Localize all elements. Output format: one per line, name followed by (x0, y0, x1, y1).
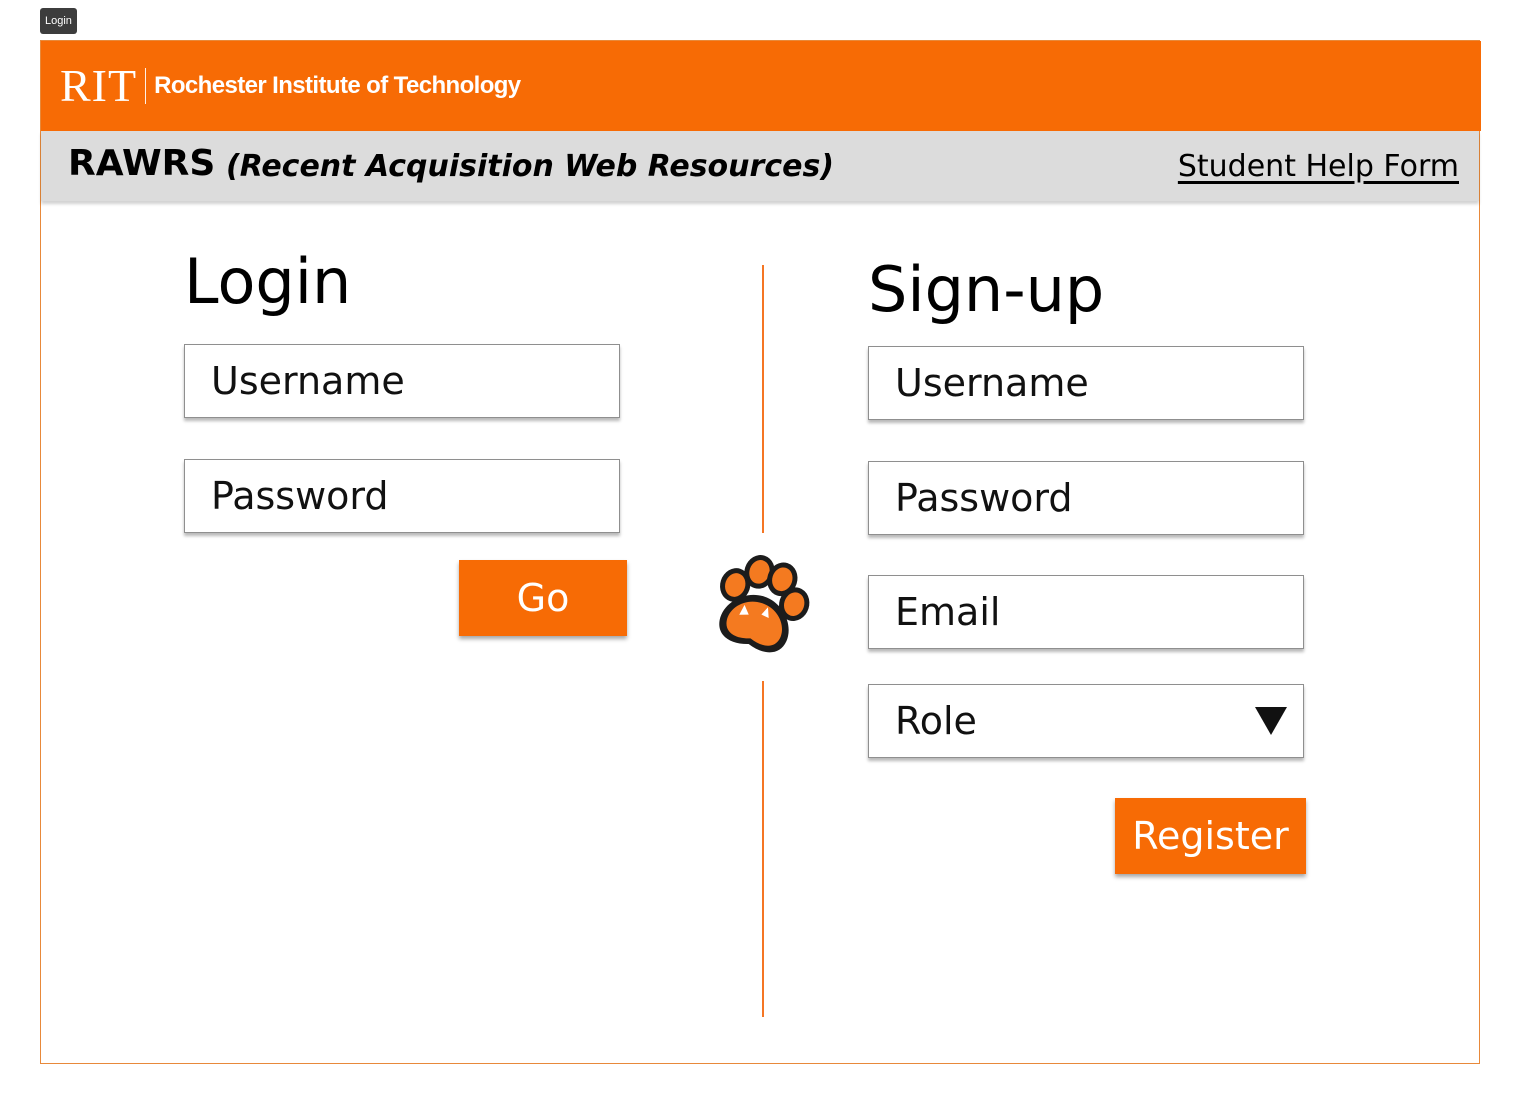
role-select[interactable]: Role (868, 684, 1304, 758)
login-username-input[interactable]: Username (184, 344, 620, 418)
go-button[interactable]: Go (459, 560, 627, 636)
dropdown-arrow-icon (1255, 707, 1287, 735)
signup-email-placeholder: Email (895, 590, 1001, 634)
institution-name: Rochester Institute of Technology (154, 72, 521, 99)
student-help-form-link[interactable]: Student Help Form (1178, 149, 1459, 184)
signup-email-input[interactable]: Email (868, 575, 1304, 649)
frame-tag: Login (40, 8, 77, 34)
signup-title: Sign-up (868, 253, 1105, 326)
role-select-placeholder: Role (895, 699, 977, 743)
tiger-paw-icon (719, 555, 810, 653)
top-header-bar: RIT Rochester Institute of Technology (41, 41, 1481, 131)
app-full-name: (Recent Acquisition Web Resources) (226, 149, 835, 184)
rit-logo[interactable]: RIT Rochester Institute of Technology (60, 61, 521, 111)
signup-username-placeholder: Username (895, 361, 1089, 405)
rit-logo-letters: RIT (60, 60, 138, 111)
login-password-placeholder: Password (211, 474, 389, 518)
login-title: Login (184, 245, 352, 318)
app-header-bar: RAWRS (Recent Acquisition Web Resources)… (41, 131, 1479, 201)
page-frame: RIT Rochester Institute of Technology RA… (40, 40, 1481, 1064)
signup-password-placeholder: Password (895, 476, 1073, 520)
register-button[interactable]: Register (1115, 798, 1306, 874)
logo-separator (145, 68, 147, 104)
signup-username-input[interactable]: Username (868, 346, 1304, 420)
login-username-placeholder: Username (211, 359, 405, 403)
app-name: RAWRS (68, 143, 216, 184)
signup-password-input[interactable]: Password (868, 461, 1304, 535)
divider-lower (762, 681, 764, 1017)
login-password-input[interactable]: Password (184, 459, 620, 533)
divider-upper (762, 265, 764, 533)
